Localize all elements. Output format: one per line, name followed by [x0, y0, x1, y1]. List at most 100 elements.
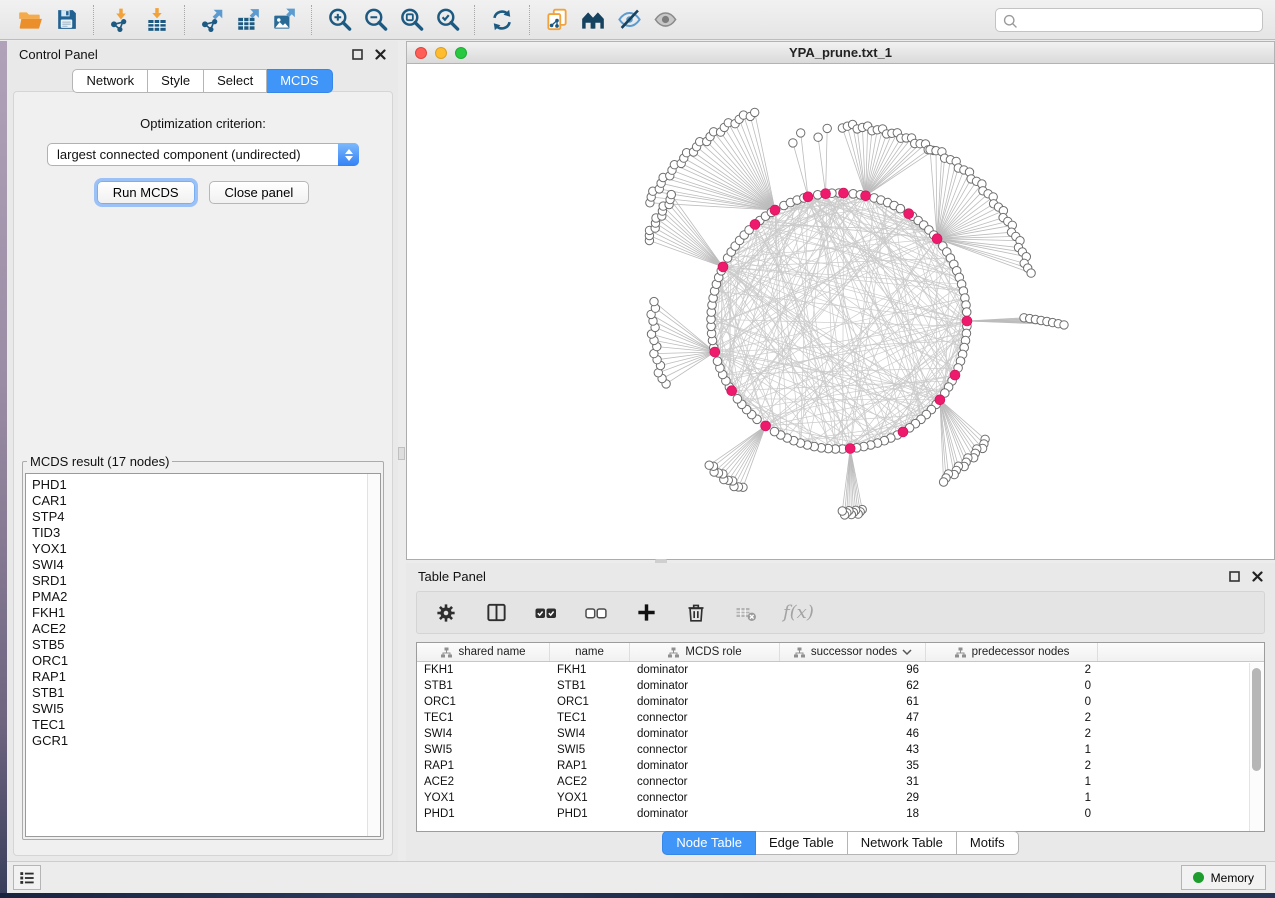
cell-name[interactable]: ORC1 [550, 696, 630, 708]
cell-name[interactable]: ACE2 [550, 776, 630, 788]
list-item[interactable]: TEC1 [32, 717, 380, 733]
cell-name[interactable]: YOX1 [550, 792, 630, 804]
cell-predecessor-nodes[interactable]: 2 [926, 760, 1098, 772]
list-item[interactable]: SWI4 [32, 557, 380, 573]
tab-select[interactable]: Select [204, 69, 267, 93]
cell-MCDS-role[interactable]: dominator [630, 664, 780, 676]
float-table-panel-button[interactable] [1228, 570, 1240, 582]
cell-name[interactable]: STB1 [550, 680, 630, 692]
tab-mcds[interactable]: MCDS [267, 69, 332, 93]
table-row[interactable]: SWI4SWI4dominator462 [417, 726, 1264, 742]
table-row[interactable]: FKH1FKH1dominator962 [417, 662, 1264, 678]
search-input[interactable] [995, 8, 1263, 32]
table-row[interactable]: YOX1YOX1connector291 [417, 790, 1264, 806]
zoom-in-button[interactable] [321, 3, 357, 37]
cell-name[interactable]: SWI4 [550, 728, 630, 740]
cell-shared-name[interactable]: FKH1 [417, 664, 550, 676]
cell-MCDS-role[interactable]: connector [630, 744, 780, 756]
deselect-all-button[interactable] [583, 600, 609, 626]
close-panel-button[interactable] [374, 48, 386, 60]
cell-MCDS-role[interactable]: connector [630, 712, 780, 724]
import-network-button[interactable] [103, 3, 139, 37]
list-item[interactable]: SRD1 [32, 573, 380, 589]
save-session-button[interactable] [48, 3, 84, 37]
column-header-shared-name[interactable]: shared name [417, 643, 550, 661]
cell-shared-name[interactable]: TEC1 [417, 712, 550, 724]
cell-name[interactable]: TEC1 [550, 712, 630, 724]
maximize-window-button[interactable] [455, 47, 467, 59]
list-item[interactable]: STP4 [32, 509, 380, 525]
table-row[interactable]: ORC1ORC1dominator610 [417, 694, 1264, 710]
tab-network-table[interactable]: Network Table [848, 831, 957, 855]
table-settings-button[interactable] [433, 600, 459, 626]
cell-MCDS-role[interactable]: dominator [630, 696, 780, 708]
remove-table-button[interactable] [733, 600, 759, 626]
cell-successor-nodes[interactable]: 62 [780, 680, 926, 692]
list-item[interactable]: ORC1 [32, 653, 380, 669]
task-history-button[interactable] [13, 865, 41, 890]
column-header-predecessor-nodes[interactable]: predecessor nodes [926, 643, 1098, 661]
list-item[interactable]: FKH1 [32, 605, 380, 621]
criterion-dropdown[interactable]: largest connected component (undirected) [47, 143, 359, 166]
cell-successor-nodes[interactable]: 31 [780, 776, 926, 788]
cell-shared-name[interactable]: PHD1 [417, 808, 550, 820]
table-scrollbar[interactable] [1249, 663, 1264, 831]
column-header-MCDS-role[interactable]: MCDS role [630, 643, 780, 661]
cell-name[interactable]: FKH1 [550, 664, 630, 676]
cell-MCDS-role[interactable]: connector [630, 792, 780, 804]
float-panel-button[interactable] [351, 48, 363, 60]
column-header-successor-nodes[interactable]: successor nodes [780, 643, 926, 661]
cell-predecessor-nodes[interactable]: 1 [926, 776, 1098, 788]
table-scrollbar-thumb[interactable] [1252, 668, 1261, 771]
close-window-button[interactable] [415, 47, 427, 59]
network-titlebar[interactable]: YPA_prune.txt_1 [406, 41, 1275, 64]
minimize-window-button[interactable] [435, 47, 447, 59]
import-table-button[interactable] [139, 3, 175, 37]
table-row[interactable]: RAP1RAP1dominator352 [417, 758, 1264, 774]
function-builder-button[interactable]: f(x) [783, 600, 814, 626]
cell-successor-nodes[interactable]: 47 [780, 712, 926, 724]
zoom-selected-button[interactable] [429, 3, 465, 37]
close-panel-button-mcds[interactable]: Close panel [209, 181, 310, 204]
cell-shared-name[interactable]: YOX1 [417, 792, 550, 804]
list-item[interactable]: PHD1 [32, 477, 380, 493]
cell-shared-name[interactable]: SWI4 [417, 728, 550, 740]
export-table-button[interactable] [230, 3, 266, 37]
column-header-name[interactable]: name [550, 643, 630, 661]
cell-MCDS-role[interactable]: dominator [630, 760, 780, 772]
list-item[interactable]: SWI5 [32, 701, 380, 717]
node-table[interactable]: shared namenameMCDS rolesuccessor nodesp… [416, 642, 1265, 832]
refresh-button[interactable] [484, 3, 520, 37]
cell-predecessor-nodes[interactable]: 0 [926, 808, 1098, 820]
cell-predecessor-nodes[interactable]: 2 [926, 728, 1098, 740]
list-item[interactable]: STB1 [32, 685, 380, 701]
cell-predecessor-nodes[interactable]: 2 [926, 664, 1098, 676]
cell-shared-name[interactable]: RAP1 [417, 760, 550, 772]
cell-predecessor-nodes[interactable]: 0 [926, 680, 1098, 692]
close-table-panel-button[interactable] [1251, 570, 1263, 582]
cell-MCDS-role[interactable]: connector [630, 776, 780, 788]
cell-successor-nodes[interactable]: 43 [780, 744, 926, 756]
cell-successor-nodes[interactable]: 35 [780, 760, 926, 772]
cell-MCDS-role[interactable]: dominator [630, 680, 780, 692]
cell-successor-nodes[interactable]: 46 [780, 728, 926, 740]
cell-shared-name[interactable]: ACE2 [417, 776, 550, 788]
mcds-list-scrollbar[interactable] [367, 474, 380, 836]
dropdown-stepper-button[interactable] [338, 143, 359, 166]
memory-button[interactable]: Memory [1181, 865, 1266, 890]
export-image-button[interactable] [266, 3, 302, 37]
cell-shared-name[interactable]: SWI5 [417, 744, 550, 756]
tab-edge-table[interactable]: Edge Table [756, 831, 848, 855]
tab-node-table[interactable]: Node Table [662, 831, 756, 855]
mcds-result-list[interactable]: PHD1CAR1STP4TID3YOX1SWI4SRD1PMA2FKH1ACE2… [25, 473, 381, 837]
tab-motifs[interactable]: Motifs [957, 831, 1019, 855]
list-item[interactable]: RAP1 [32, 669, 380, 685]
zoom-fit-button[interactable] [393, 3, 429, 37]
show-all-button[interactable] [647, 3, 683, 37]
table-row[interactable]: PHD1PHD1dominator180 [417, 806, 1264, 822]
list-item[interactable]: PMA2 [32, 589, 380, 605]
cell-successor-nodes[interactable]: 18 [780, 808, 926, 820]
add-column-button[interactable] [633, 600, 659, 626]
cell-predecessor-nodes[interactable]: 2 [926, 712, 1098, 724]
network-share-button[interactable] [539, 3, 575, 37]
